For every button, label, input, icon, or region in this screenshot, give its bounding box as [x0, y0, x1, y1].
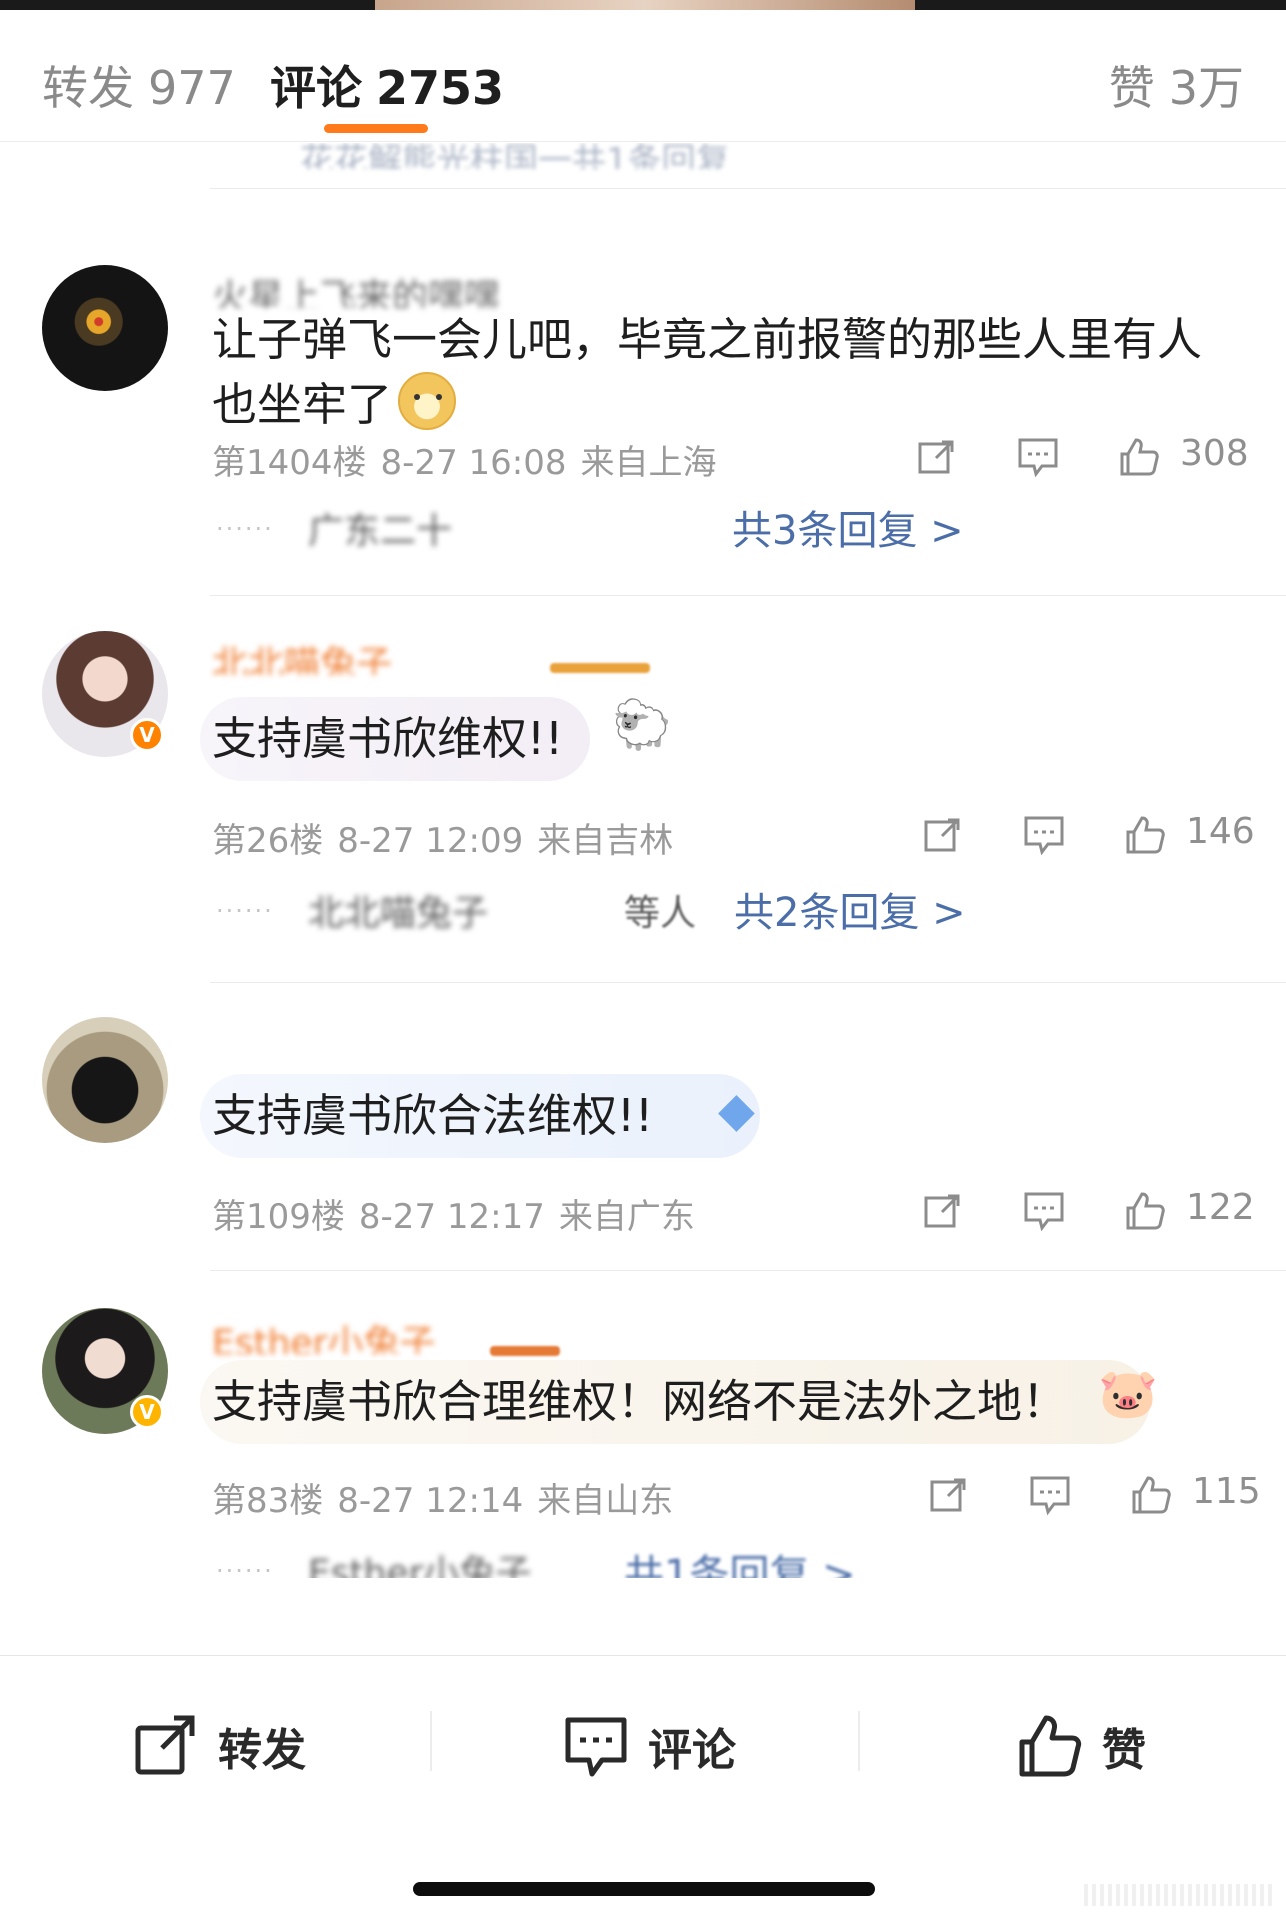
- reply-summary-row[interactable]: ...... 北北喵兔子 等人 共2条回复 >: [212, 878, 1112, 936]
- member-badge-icon: [550, 663, 650, 673]
- cute-sheep-sticker-icon: 🐑: [612, 697, 672, 753]
- comment-item: V 北北喵兔子 支持虞书欣维权!! 🐑 第26楼 8-27 12:09 来自吉林 1…: [0, 595, 1286, 982]
- dots: ......: [216, 890, 274, 918]
- comment-item: V Esther小兔子 支持虞书欣合理维权！网络不是法外之地！ 🐷 第83楼 8-…: [0, 1270, 1286, 1655]
- tab-repost[interactable]: 转发 977: [42, 52, 236, 118]
- home-indicator[interactable]: [413, 1882, 875, 1896]
- comment-location: 来自上海: [580, 443, 717, 483]
- comment-meta: 第109楼 8-27 12:17 来自广东: [212, 1189, 695, 1238]
- tab-like[interactable]: 赞 3万: [1109, 52, 1244, 118]
- comment-item: 支持虞书欣合法维权!! ◆ 第109楼 8-27 12:17 来自广东 122: [0, 982, 1286, 1270]
- comment-label: 评论: [648, 1725, 736, 1776]
- comment-text: 支持虞书欣维权!!: [212, 712, 564, 765]
- tab-repost-count: 977: [148, 61, 236, 115]
- like-thumb-icon[interactable]: [1122, 1188, 1166, 1232]
- comment-icon: [565, 1717, 627, 1777]
- share-icon[interactable]: [920, 1188, 964, 1232]
- comment-list[interactable]: 花花解熊光柱国一共1条回复 火星上飞来的嘿嘿 让子弹飞一会儿吧，毕竟之前报警的那…: [0, 143, 1286, 1655]
- like-count: 146: [1186, 811, 1255, 852]
- top-image-strip: [0, 0, 1286, 10]
- share-icon[interactable]: [926, 1472, 970, 1516]
- floor-number: 第26楼: [212, 821, 324, 861]
- comment-location: 来自广东: [558, 1197, 695, 1237]
- comment-text-content: 让子弹飞一会儿吧，毕竟之前报警的那些人里有人也坐牢了: [212, 313, 1203, 431]
- repost-button[interactable]: 转发: [132, 1706, 306, 1786]
- member-badge-icon: [490, 1346, 560, 1356]
- comment-time: 8-27 16:08: [380, 443, 567, 483]
- like-count: 122: [1186, 1187, 1255, 1228]
- watermark: [1084, 1884, 1274, 1906]
- username[interactable]: [212, 1022, 332, 1062]
- comment-meta: 第26楼 8-27 12:09 来自吉林: [212, 813, 673, 862]
- doge-emoji-icon: [398, 372, 457, 430]
- verified-badge-icon: V: [130, 718, 164, 752]
- like-label: 赞: [1102, 1725, 1146, 1776]
- like-icon: [1019, 1715, 1082, 1777]
- reply-preview-name: Esther小兔子: [308, 1553, 532, 1578]
- comment-time: 8-27 12:17: [358, 1197, 545, 1237]
- tab-like-count: 3万: [1168, 61, 1244, 115]
- avatar[interactable]: [42, 265, 168, 391]
- comment-item: 火星上飞来的嘿嘿 让子弹飞一会儿吧，毕竟之前报警的那些人里有人也坐牢了 第140…: [0, 188, 1286, 595]
- reply-preview-name: 广东二十: [308, 511, 453, 552]
- floor-number: 第83楼: [212, 1481, 324, 1521]
- divider: [430, 1711, 432, 1771]
- repost-label: 转发: [218, 1725, 306, 1776]
- floor-number: 第1404楼: [212, 443, 367, 483]
- username[interactable]: Esther小兔子: [212, 1314, 512, 1354]
- reply-icon[interactable]: [1022, 1188, 1066, 1232]
- tab-comment-count: 2753: [376, 61, 505, 115]
- like-count: 308: [1180, 433, 1249, 474]
- comment-text: 支持虞书欣合理维权！网络不是法外之地！: [212, 1375, 1068, 1428]
- dots: ......: [216, 508, 274, 536]
- share-icon[interactable]: [914, 434, 958, 478]
- tab-comment-label: 评论: [270, 61, 362, 115]
- piglet-sticker-icon: 🐷: [1098, 1366, 1158, 1422]
- view-replies-link[interactable]: 共3条回复 >: [732, 498, 964, 556]
- like-thumb-icon[interactable]: [1122, 812, 1166, 856]
- active-tab-indicator: [324, 124, 428, 133]
- reply-icon[interactable]: [1016, 434, 1060, 478]
- share-icon[interactable]: [920, 812, 964, 856]
- comment-location: 来自山东: [537, 1481, 674, 1521]
- divider: [858, 1711, 860, 1771]
- like-button[interactable]: 赞: [1016, 1706, 1146, 1786]
- reply-preview-name: 北北喵兔子: [308, 893, 489, 934]
- comment-tabs-header: 转发 977 评论 2753 赞 3万: [0, 10, 1286, 142]
- reply-preview-tail: 等人: [624, 893, 697, 934]
- comment-location: 来自吉林: [537, 821, 674, 861]
- comment-time: 8-27 12:14: [337, 1481, 524, 1521]
- reply-icon[interactable]: [1022, 812, 1066, 856]
- repost-icon: [135, 1715, 195, 1775]
- reply-summary-row[interactable]: ...... Esther小兔子 共1条回复 >: [212, 1538, 1112, 1578]
- bottom-action-bar: 转发 评论 赞: [0, 1655, 1286, 1920]
- tab-like-label: 赞: [1108, 61, 1155, 115]
- comment-time: 8-27 12:09: [337, 821, 524, 861]
- like-thumb-icon[interactable]: [1128, 1472, 1172, 1516]
- partial-reply-row[interactable]: 花花解熊光柱国一共1条回复: [300, 143, 860, 169]
- verified-badge-icon: V: [130, 1395, 164, 1429]
- tab-comment[interactable]: 评论 2753: [270, 52, 504, 118]
- comment-text: 让子弹飞一会儿吧，毕竟之前报警的那些人里有人也坐牢了: [212, 308, 1226, 437]
- view-replies-link[interactable]: 共1条回复 >: [624, 1542, 856, 1578]
- like-thumb-icon[interactable]: [1116, 434, 1160, 478]
- tab-repost-label: 转发: [42, 61, 134, 115]
- floor-number: 第109楼: [212, 1197, 345, 1237]
- comment-button[interactable]: 评论: [562, 1706, 736, 1786]
- reply-summary-row[interactable]: ...... 广东二十 共3条回复 >: [212, 496, 1112, 554]
- reply-icon[interactable]: [1028, 1472, 1072, 1516]
- comment-meta: 第83楼 8-27 12:14 来自山东: [212, 1473, 673, 1522]
- avatar[interactable]: [42, 1017, 168, 1143]
- blue-diamond-sticker-icon: ◆: [718, 1082, 755, 1138]
- view-replies-link[interactable]: 共2条回复 >: [734, 880, 966, 938]
- like-count: 115: [1192, 1471, 1261, 1512]
- username[interactable]: 火星上飞来的嘿嘿: [212, 268, 652, 308]
- post-image-edge: [375, 0, 915, 10]
- dots: ......: [216, 1550, 274, 1578]
- comment-meta: 第1404楼 8-27 16:08 来自上海: [212, 435, 717, 484]
